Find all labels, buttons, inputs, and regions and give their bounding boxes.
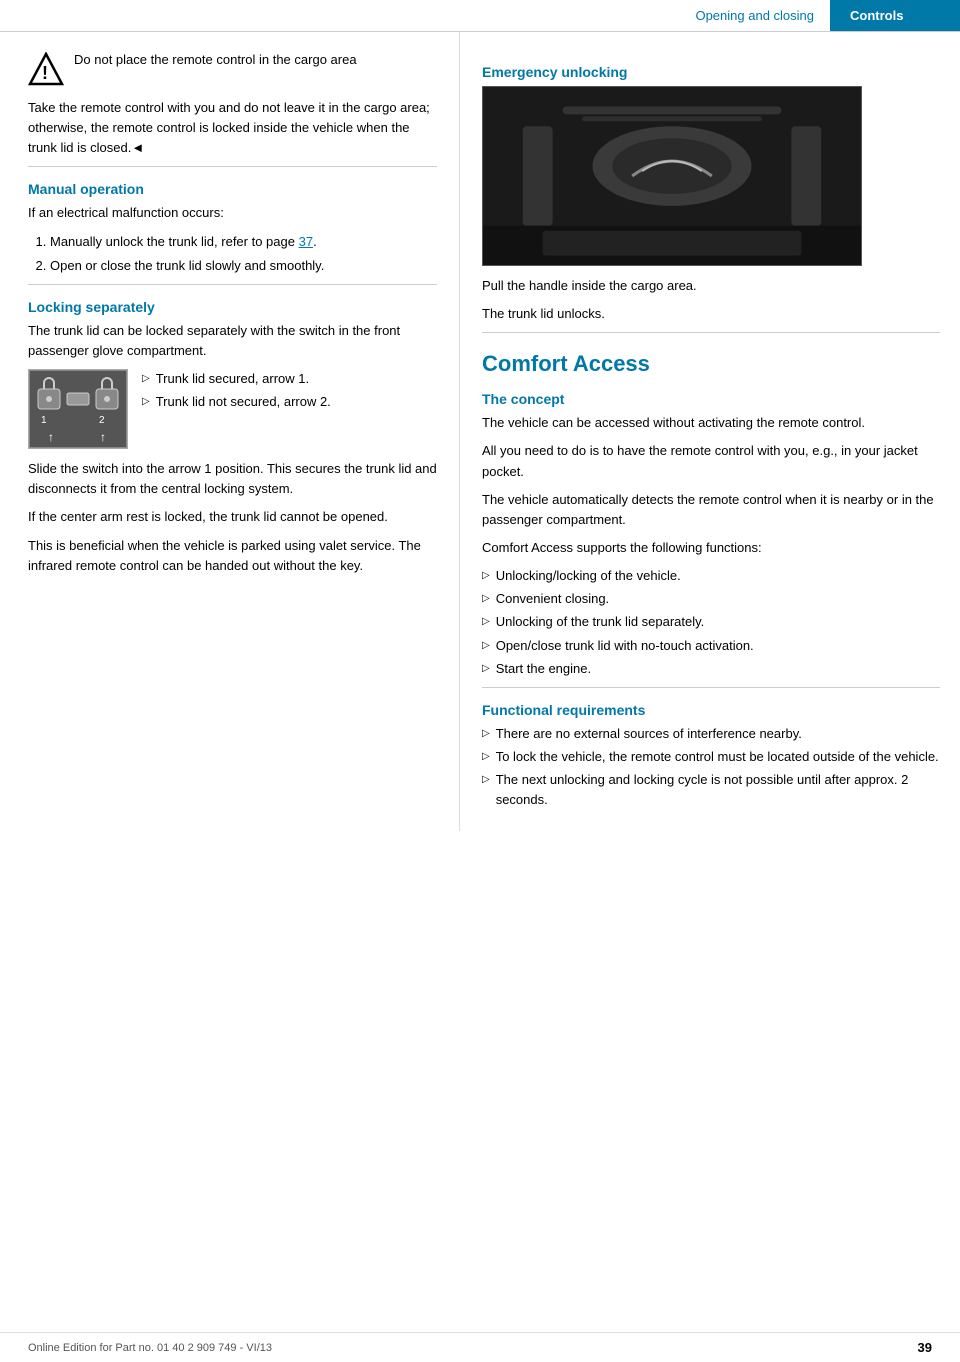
locking-bullet-1: Trunk lid secured, arrow 1. (142, 369, 331, 389)
locking-separately-title: Locking separately (28, 299, 437, 315)
manual-steps-list: Manually unlock the trunk lid, refer to … (50, 232, 437, 276)
concept-bullet-3: Unlocking of the trunk lid separately. (482, 612, 940, 632)
page-footer: Online Edition for Part no. 01 40 2 909 … (0, 1332, 960, 1362)
divider4 (482, 687, 940, 688)
concept-body1: The vehicle can be accessed without acti… (482, 413, 940, 433)
functional-bullet-3: The next unlocking and locking cycle is … (482, 770, 940, 810)
concept-bullet-5: Start the engine. (482, 659, 940, 679)
manual-body: If an electrical malfunction occurs: (28, 203, 437, 223)
locking-body2: Slide the switch into the arrow 1 positi… (28, 459, 437, 499)
right-column: Emergency unlocking P (460, 32, 960, 831)
footer-page-number: 39 (918, 1340, 932, 1355)
concept-bullet-4: Open/close trunk lid with no-touch activ… (482, 636, 940, 656)
svg-text:↑: ↑ (48, 430, 54, 444)
emergency-photo-svg (483, 86, 861, 266)
concept-bullets: Unlocking/locking of the vehicle. Conven… (482, 566, 940, 679)
manual-step-1: Manually unlock the trunk lid, refer to … (50, 232, 437, 252)
concept-body2: All you need to do is to have the remote… (482, 441, 940, 481)
locking-body: The trunk lid can be locked separately w… (28, 321, 437, 361)
emergency-unlocking-title: Emergency unlocking (482, 64, 940, 80)
locking-image-area: 1 2 ↑ ↑ Trunk lid secured, arrow 1. Trun… (28, 369, 437, 449)
emergency-body2: The trunk lid unlocks. (482, 304, 940, 324)
main-content: ! Do not place the remote control in the… (0, 32, 960, 831)
warning-icon: ! (28, 52, 64, 88)
header-opening-closing-label: Opening and closing (695, 8, 814, 23)
divider3 (482, 332, 940, 333)
locking-body3: If the center arm rest is locked, the tr… (28, 507, 437, 527)
warning-text: Do not place the remote control in the c… (74, 50, 357, 70)
concept-bullet-1: Unlocking/locking of the vehicle. (482, 566, 940, 586)
locking-switch-image: 1 2 ↑ ↑ (28, 369, 128, 449)
locking-bullet-2: Trunk lid not secured, arrow 2. (142, 392, 331, 412)
page-header: Opening and closing Controls (0, 0, 960, 32)
emergency-body1: Pull the handle inside the cargo area. (482, 276, 940, 296)
warning-body-text: Take the remote control with you and do … (28, 98, 437, 158)
comfort-access-title: Comfort Access (482, 351, 940, 377)
warning-box: ! Do not place the remote control in the… (28, 50, 437, 88)
footer-edition-text: Online Edition for Part no. 01 40 2 909 … (28, 1342, 272, 1354)
header-chapter-left: Opening and closing (0, 0, 830, 31)
page-link-37[interactable]: 37 (299, 234, 313, 249)
locking-bullets: Trunk lid secured, arrow 1. Trunk lid no… (142, 369, 331, 415)
emergency-photo (482, 86, 862, 266)
svg-text:!: ! (42, 63, 48, 83)
concept-bullet-2: Convenient closing. (482, 589, 940, 609)
divider (28, 166, 437, 167)
svg-text:2: 2 (99, 415, 105, 426)
locking-body4: This is beneficial when the vehicle is p… (28, 536, 437, 576)
functional-bullet-1: There are no external sources of interfe… (482, 724, 940, 744)
svg-text:↑: ↑ (100, 430, 106, 444)
functional-bullets: There are no external sources of interfe… (482, 724, 940, 811)
functional-bullet-2: To lock the vehicle, the remote control … (482, 747, 940, 767)
svg-text:1: 1 (41, 415, 47, 426)
concept-body3: The vehicle automatically detects the re… (482, 490, 940, 530)
functional-req-title: Functional requirements (482, 702, 940, 718)
header-controls-label: Controls (830, 0, 960, 31)
locking-switch-svg: 1 2 ↑ ↑ (30, 371, 126, 447)
divider2 (28, 284, 437, 285)
concept-body4: Comfort Access supports the following fu… (482, 538, 940, 558)
manual-operation-title: Manual operation (28, 181, 437, 197)
manual-step-2: Open or close the trunk lid slowly and s… (50, 256, 437, 276)
left-column: ! Do not place the remote control in the… (0, 32, 460, 831)
concept-title: The concept (482, 391, 940, 407)
